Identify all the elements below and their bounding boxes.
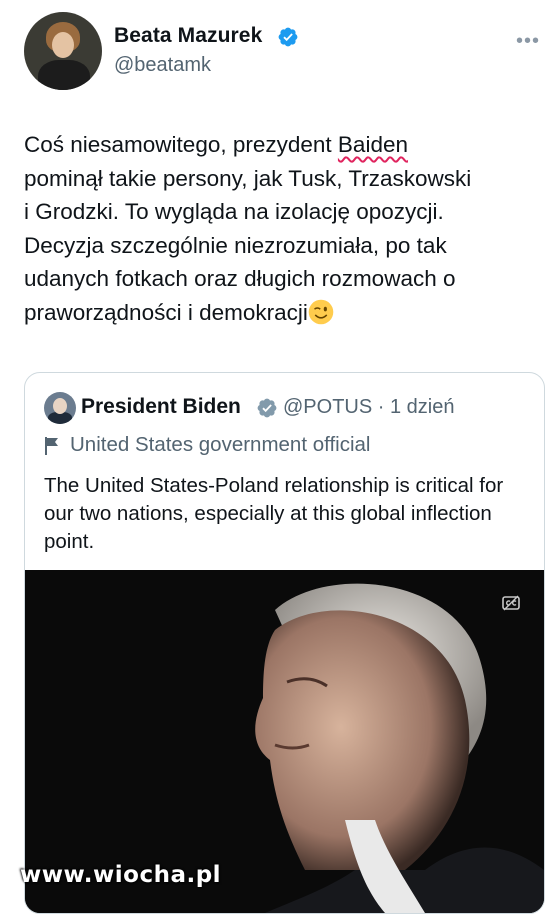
author-name[interactable]: Beata Mazurek	[114, 24, 262, 48]
more-options-icon[interactable]: •••	[516, 30, 540, 53]
tweet-text-line: udanych fotkach oraz długich rozmowach o	[24, 266, 456, 291]
quoted-tweet-text: The United States-Poland relationship is…	[44, 474, 504, 553]
quoted-handle-and-time: @POTUS · 1 dzień	[283, 396, 455, 418]
quoted-tweet[interactable]: President Biden @POTUS · 1 dzień United …	[24, 372, 545, 914]
quoted-author-name[interactable]: President Biden	[81, 395, 241, 419]
tweet-text-line: i Grodzki. To wygląda na izolację opozyc…	[24, 199, 444, 224]
affiliation-label: United States government official	[70, 433, 371, 456]
tweet-text-line: praworządności i demokracji	[24, 296, 544, 330]
author-avatar[interactable]	[24, 12, 102, 90]
site-watermark: www.wiocha.pl	[20, 862, 222, 888]
verified-badge-icon	[278, 27, 298, 47]
quoted-author-avatar[interactable]	[44, 392, 76, 424]
government-verified-badge-icon	[257, 398, 277, 418]
misspelled-word: Baiden	[337, 132, 408, 157]
tweet-text-line: pominął takie persony, jak Tusk, Trzasko…	[24, 165, 472, 191]
tweet-text-line: Coś niesamowitego, prezydent Baiden	[24, 132, 408, 157]
closed-captions-icon[interactable]	[502, 594, 520, 612]
author-handle[interactable]: @beatamk	[114, 54, 211, 77]
tweet-text: Coś niesamowitego, prezydent Baiden pomi…	[24, 128, 544, 329]
tweet-text-line: Decyzja szczególnie niezrozumiała, po ta…	[24, 232, 447, 258]
winking-face-emoji-icon	[308, 299, 334, 324]
